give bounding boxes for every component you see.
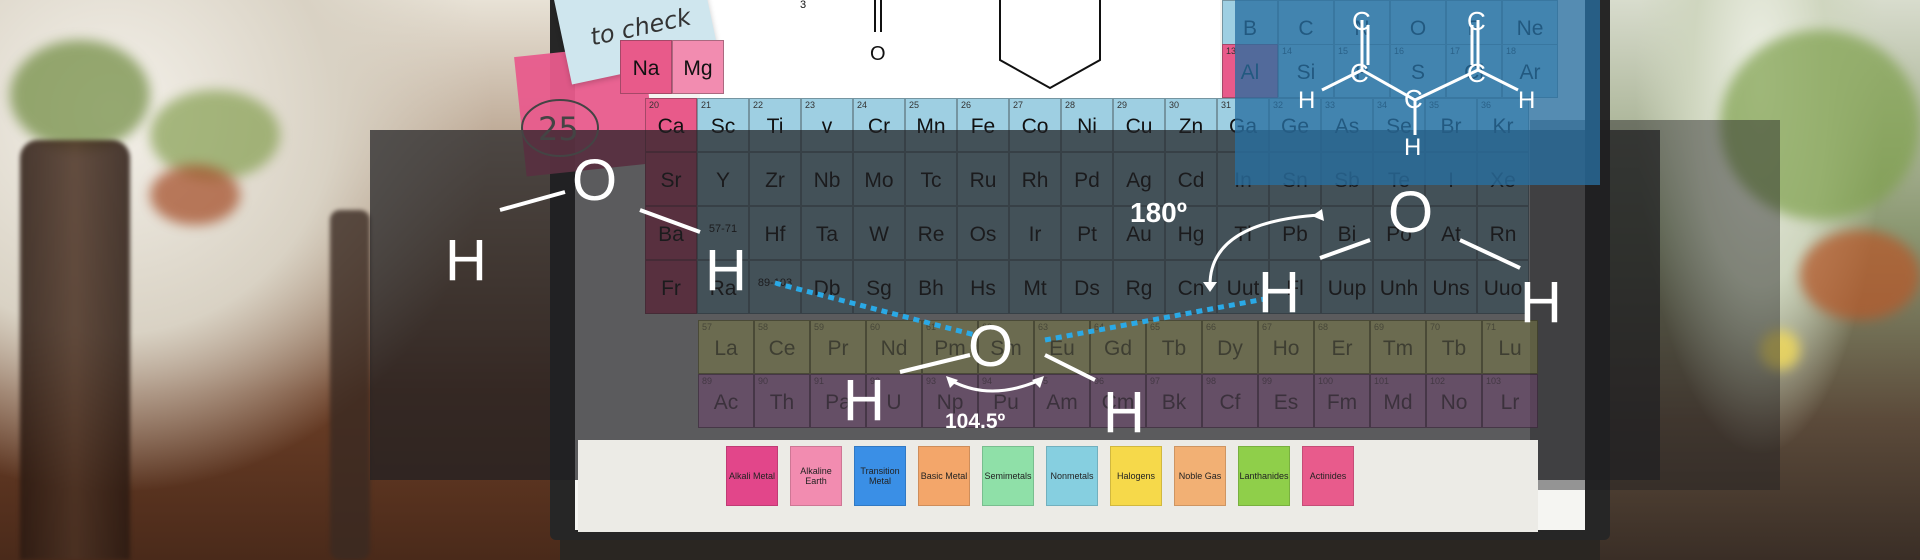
hydrogen-bond-left [774, 280, 976, 338]
bond [1319, 238, 1371, 260]
bond [1044, 353, 1096, 382]
circled-number: 25 [538, 110, 579, 148]
arrowhead [1312, 209, 1324, 221]
water-molecule-left: O H H [445, 148, 747, 303]
hydrogen-atom: H [1404, 134, 1421, 161]
oxygen-atom: O [1388, 180, 1433, 245]
water-molecules-overlay: 25 O H H O H H 104.5º O H H 180º C C C C… [445, 6, 1562, 445]
bond [1459, 238, 1521, 270]
oxygen-atom: O [968, 314, 1013, 379]
hydrogen-atom: H [1103, 380, 1145, 445]
carbon-atom: C [1352, 6, 1371, 36]
hydrogen-atom: H [1258, 260, 1300, 325]
water-molecule-right: O H H 180º [1130, 180, 1562, 335]
bond [639, 208, 701, 234]
hydrogen-atom: H [1518, 87, 1535, 114]
angle-arc [949, 378, 1041, 393]
hydrogen-atom: H [1520, 270, 1562, 335]
benzene-ring: C C C C C H H H [1298, 6, 1535, 161]
oxygen-atom: O [572, 148, 617, 213]
hydrogen-atom: H [1298, 87, 1315, 114]
water-molecule-center: O H H 104.5º [843, 314, 1145, 445]
carbon-atom: C [1467, 58, 1486, 88]
bond [899, 353, 971, 374]
hydrogen-atom: H [705, 238, 747, 303]
bond-angle-label: 180º [1130, 197, 1187, 228]
carbon-atom: C [1404, 84, 1423, 114]
hydrogen-atom: H [843, 368, 885, 433]
hydrogen-atom: H [445, 228, 487, 293]
hydrogen-bond-right [1044, 295, 1271, 343]
carbon-atom: C [1467, 6, 1486, 36]
bond-angle-label: 104.5º [945, 410, 1006, 433]
bond [499, 190, 566, 212]
arrowhead [1203, 282, 1217, 292]
carbon-atom: C [1350, 58, 1369, 88]
photo-scene: O 3 to check NaMgBCNOFNe13Al14Si15P16S17… [0, 0, 1920, 560]
